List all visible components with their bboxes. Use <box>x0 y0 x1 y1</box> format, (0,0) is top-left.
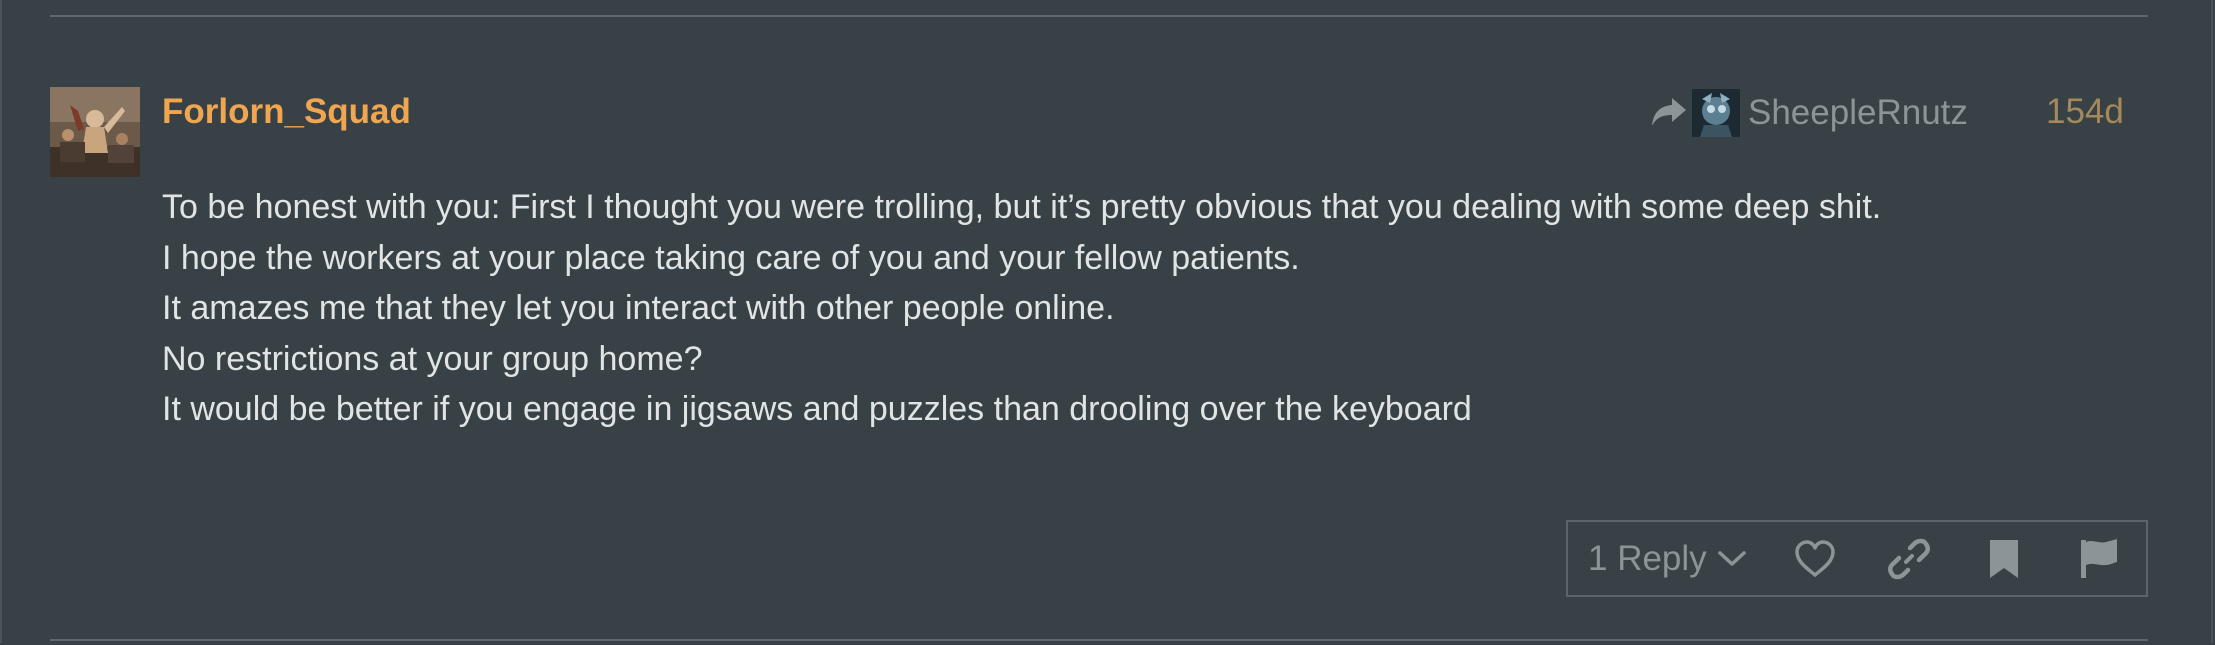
share-arrow-icon <box>1652 98 1686 126</box>
post-body-line: No restrictions at your group home? <box>162 339 703 378</box>
bookmark-button[interactable] <box>1957 522 2052 595</box>
like-button[interactable] <box>1767 522 1862 595</box>
reply-to-name: SheepleRnutz <box>1748 93 1968 132</box>
chevron-down-icon <box>1717 550 1746 566</box>
reply-to-avatar <box>1692 89 1740 137</box>
flag-icon <box>2080 538 2117 578</box>
post-body-line: I hope the workers at your place taking … <box>162 238 1300 277</box>
post-body-line: It amazes me that they let you interact … <box>162 289 1115 327</box>
share-link-button[interactable] <box>1862 522 1957 595</box>
bookmark-icon <box>1990 539 2018 578</box>
post-actions: 1 Reply <box>1566 520 2148 597</box>
post-divider-top <box>50 15 2148 17</box>
post-body: To be honest with you: First I thought y… <box>162 182 2142 435</box>
author-avatar[interactable] <box>50 87 140 177</box>
post-divider-bottom <box>50 639 2148 641</box>
link-icon <box>1888 538 1931 579</box>
post-body-line: To be honest with you: First I thought y… <box>162 188 1882 226</box>
flag-button[interactable] <box>2051 522 2146 595</box>
author-name[interactable]: Forlorn_Squad <box>162 90 411 134</box>
post-date[interactable]: 154d <box>2046 90 2124 134</box>
replies-label: 1 Reply <box>1588 538 1707 578</box>
heart-icon <box>1794 539 1835 577</box>
reply-to-link[interactable]: SheepleRnutz <box>1650 88 1968 138</box>
post-body-line: It would be better if you engage in jigs… <box>162 390 1472 428</box>
post-container: Forlorn_Squad SheepleRnutz 154d To be ho… <box>0 0 2213 643</box>
show-replies-button[interactable]: 1 Reply <box>1568 537 1767 581</box>
